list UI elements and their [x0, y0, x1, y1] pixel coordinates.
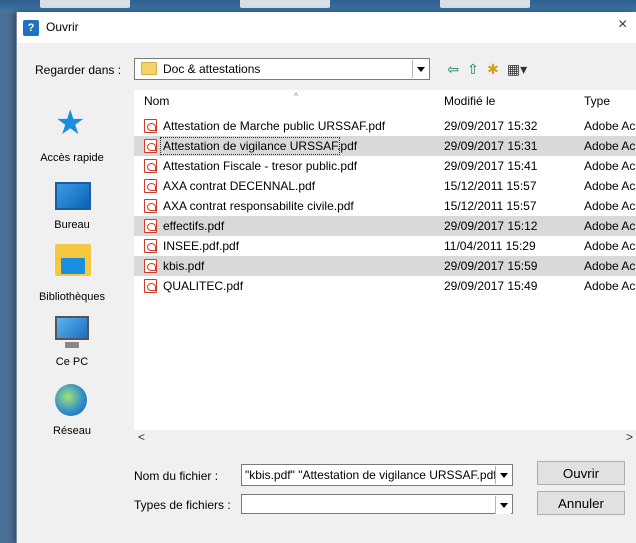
- file-type: Adobe Ac: [584, 239, 636, 253]
- file-row[interactable]: AXA contrat responsabilite civile.pdf 15/…: [134, 196, 636, 216]
- pdf-file-icon: [144, 259, 157, 273]
- file-modified: 15/12/2011 15:57: [444, 179, 537, 193]
- place-desktop[interactable]: Bureau: [17, 174, 127, 244]
- column-header-name[interactable]: Nom ^: [144, 91, 298, 114]
- pdf-file-icon: [144, 159, 157, 173]
- file-type: Adobe Ac: [584, 139, 636, 153]
- file-name: Attestation de Marche public URSSAF.pdf: [163, 119, 386, 133]
- place-label: Bureau: [54, 219, 90, 231]
- background-tab: [40, 0, 130, 8]
- horizontal-scrollbar[interactable]: < >: [134, 430, 636, 446]
- place-network[interactable]: Réseau: [17, 380, 127, 450]
- view-menu-icon[interactable]: ▦▾: [503, 59, 531, 79]
- file-name: effectifs.pdf: [163, 219, 225, 233]
- file-type: Adobe Ac: [584, 279, 636, 293]
- file-name: INSEE.pdf.pdf: [163, 239, 240, 253]
- file-name: AXA contrat responsabilite civile.pdf: [163, 199, 354, 213]
- background-tab: [440, 0, 530, 8]
- file-modified: 29/09/2017 15:41: [444, 159, 538, 173]
- filetype-combo[interactable]: [241, 494, 513, 514]
- title-bar[interactable]: ? Ouvrir ×: [17, 12, 636, 43]
- column-header-modified[interactable]: Modifié le: [444, 94, 495, 114]
- close-button[interactable]: ×: [618, 16, 636, 36]
- file-type: Adobe Ac: [584, 159, 636, 173]
- file-row[interactable]: Attestation de vigilance URSSAF.pdf 29/09…: [134, 136, 636, 156]
- file-row[interactable]: QUALITEC.pdf 29/09/2017 15:49 Adobe Ac: [134, 276, 636, 296]
- file-modified: 29/09/2017 15:31: [444, 139, 538, 153]
- pdf-file-icon: [144, 279, 157, 293]
- file-name: Attestation Fiscale - tresor public.pdf: [163, 159, 358, 173]
- place-label: Accès rapide: [40, 152, 104, 164]
- pdf-file-icon: [144, 179, 157, 193]
- look-in-value: Doc & attestations: [163, 62, 261, 76]
- file-modified: 15/12/2011 15:57: [444, 199, 537, 213]
- places-bar: ★ Accès rapide Bureau Bibliothèques Ce P…: [17, 90, 127, 440]
- background-window-strip: [0, 0, 636, 12]
- pdf-file-icon: [144, 199, 157, 213]
- file-modified: 29/09/2017 15:49: [444, 279, 538, 293]
- focus-rectangle: [160, 137, 340, 155]
- filename-combo[interactable]: "kbis.pdf" "Attestation de vigilance URS…: [241, 464, 513, 486]
- file-modified: 29/09/2017 15:59: [444, 259, 538, 273]
- file-modified: 29/09/2017 15:32: [444, 119, 538, 133]
- scroll-left-icon[interactable]: <: [138, 430, 145, 444]
- place-libraries[interactable]: Bibliothèques: [17, 240, 127, 310]
- up-folder-icon[interactable]: ⇧: [463, 59, 483, 79]
- pdf-file-icon: [144, 119, 157, 133]
- scroll-right-icon[interactable]: >: [626, 430, 633, 444]
- star-icon: ★: [55, 104, 86, 142]
- look-in-dropdown-button[interactable]: [412, 60, 428, 78]
- file-row[interactable]: AXA contrat DECENNAL.pdf 15/12/2011 15:57…: [134, 176, 636, 196]
- filetype-dropdown-button[interactable]: [495, 496, 511, 514]
- place-label: Réseau: [53, 425, 91, 437]
- file-name: QUALITEC.pdf: [163, 279, 244, 293]
- libraries-icon: [55, 244, 91, 276]
- file-type: Adobe Ac: [584, 259, 636, 273]
- place-label: Bibliothèques: [38, 291, 106, 303]
- background-tab: [240, 0, 330, 8]
- file-type: Adobe Ac: [584, 219, 636, 233]
- dialog-app-icon: ?: [23, 20, 39, 36]
- back-arrow-icon[interactable]: ⇦: [443, 59, 463, 79]
- file-row[interactable]: Attestation Fiscale - tresor public.pdf 2…: [134, 156, 636, 176]
- place-label: Ce PC: [55, 356, 89, 368]
- column-name-label: Nom: [144, 94, 170, 108]
- file-row[interactable]: kbis.pdf 29/09/2017 15:59 Adobe Ac: [134, 256, 636, 276]
- folder-icon: [141, 62, 157, 75]
- pdf-file-icon: [144, 219, 157, 233]
- desktop-icon: [55, 182, 91, 210]
- sort-ascending-icon: ^: [294, 91, 299, 101]
- filename-input[interactable]: "kbis.pdf" "Attestation de vigilance URS…: [245, 468, 501, 482]
- file-row[interactable]: Attestation de Marche public URSSAF.pdf 2…: [134, 116, 636, 136]
- dialog-title: Ouvrir: [46, 20, 79, 34]
- file-name: AXA contrat DECENNAL.pdf: [163, 179, 316, 193]
- network-icon: [55, 384, 87, 416]
- file-name: kbis.pdf: [163, 259, 205, 273]
- pdf-file-icon: [144, 239, 157, 253]
- place-this-pc[interactable]: Ce PC: [17, 310, 127, 380]
- filename-label: Nom du fichier :: [134, 469, 219, 483]
- open-file-dialog: ? Ouvrir × Regarder dans : Doc & attesta…: [16, 12, 636, 543]
- file-modified: 29/09/2017 15:12: [444, 219, 538, 233]
- open-button[interactable]: Ouvrir: [537, 461, 625, 485]
- cancel-button[interactable]: Annuler: [537, 491, 625, 515]
- file-modified: 11/04/2011 15:29: [444, 239, 536, 253]
- file-list[interactable]: Nom ^ Modifié le Type Attestation de Mar…: [134, 90, 636, 430]
- filetype-label: Types de fichiers :: [134, 498, 231, 512]
- file-row[interactable]: effectifs.pdf 29/09/2017 15:12 Adobe Ac: [134, 216, 636, 236]
- file-type: Adobe Ac: [584, 199, 636, 213]
- look-in-label: Regarder dans :: [35, 63, 122, 77]
- file-type: Adobe Ac: [584, 119, 636, 133]
- filename-dropdown-button[interactable]: [495, 466, 511, 484]
- computer-icon: [55, 316, 89, 348]
- look-in-combo[interactable]: Doc & attestations: [134, 58, 430, 80]
- file-type: Adobe Ac: [584, 179, 636, 193]
- column-header-type[interactable]: Type: [584, 94, 610, 114]
- file-rows: Attestation de Marche public URSSAF.pdf 2…: [134, 116, 636, 296]
- place-quick-access[interactable]: ★ Accès rapide: [17, 100, 127, 170]
- file-row[interactable]: INSEE.pdf.pdf 11/04/2011 15:29 Adobe Ac: [134, 236, 636, 256]
- pdf-file-icon: [144, 139, 157, 153]
- new-folder-icon[interactable]: ✱: [483, 59, 503, 79]
